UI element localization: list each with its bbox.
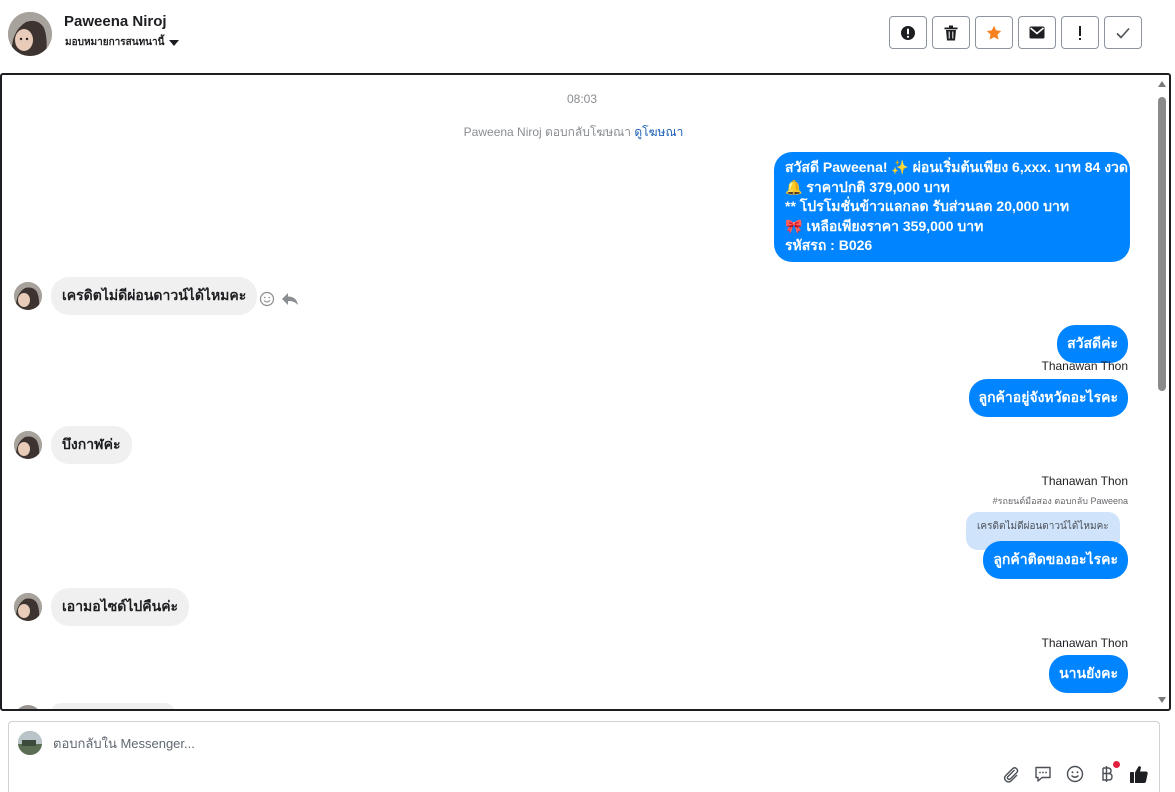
exclamation-icon (1079, 25, 1081, 40)
promo-line: ** โปรโมชั่นข้าวแลกลด รับส่วนลด 20,000 บ… (785, 198, 1070, 214)
outgoing-message-bubble: นานยังคะ (1049, 655, 1128, 693)
delete-button[interactable] (932, 16, 970, 49)
mark-done-button[interactable] (1104, 16, 1142, 49)
view-ad-link[interactable]: ดูโฆษณา (634, 125, 683, 139)
scroll-thumb[interactable] (1158, 97, 1166, 391)
saved-reply-icon (1035, 766, 1051, 782)
promo-line: รหัสรถ : B026 (785, 237, 873, 253)
assign-conversation-dropdown[interactable]: มอบหมายการสนทนานี้ (65, 35, 180, 50)
composer-toolbar (1001, 761, 1149, 784)
ad-reply-notice: Paweena Niroj ตอบกลับโฆษณา ดูโฆษณา (2, 123, 1145, 142)
agent-name: Thanawan Thon (1041, 474, 1128, 488)
outgoing-message-bubble: ลูกค้าติดของอะไรคะ (983, 541, 1128, 579)
conversation-toolbar (889, 16, 1142, 49)
trash-icon (944, 25, 958, 40)
attachment-icon (1003, 767, 1019, 783)
promo-line: 🔔 ราคาปกติ 379,000 บาท (785, 178, 950, 195)
scroll-down-arrow[interactable] (1158, 697, 1166, 703)
promo-line: สวัสดี Paweena! ✨ ผ่อนเริ่มต้นเพียง 6,xx… (785, 159, 1128, 175)
assign-label: มอบหมายการสนทนานี้ (65, 37, 165, 48)
page-avatar (18, 731, 42, 755)
check-icon (1116, 27, 1130, 39)
contact-message-avatar (14, 282, 42, 310)
agent-name: Thanawan Thon (1041, 636, 1128, 650)
attach-file-button[interactable] (1001, 764, 1021, 784)
envelope-icon (1029, 26, 1045, 39)
incoming-message-bubble: เอามอไซด์ไปคืนค่ะ (51, 588, 190, 626)
mark-unread-button[interactable] (1018, 16, 1056, 49)
star-button[interactable] (975, 16, 1013, 49)
contact-name: Paweena Niroj (64, 13, 167, 30)
outgoing-message-bubble: สวัสดีค่ะ (1057, 325, 1128, 363)
message-thread[interactable]: 08:03 Paweena Niroj ตอบกลับโฆษณา ดูโฆษณา… (0, 73, 1171, 711)
payment-button[interactable] (1097, 761, 1120, 784)
exclamation-circle-icon (901, 25, 915, 40)
promo-message-bubble: สวัสดี Paweena! ✨ ผ่อนเริ่มต้นเพียง 6,xx… (774, 152, 1130, 262)
contact-message-avatar (14, 431, 42, 459)
incoming-message-bubble-partial (51, 703, 175, 709)
incoming-message-bubble: บึงกาฬค่ะ (51, 426, 132, 464)
mark-spam-button[interactable] (889, 16, 927, 49)
agent-name: Thanawan Thon (1041, 359, 1128, 373)
contact-message-avatar (14, 705, 42, 709)
emoji-react-icon[interactable] (259, 291, 275, 307)
message-input[interactable] (53, 734, 953, 752)
thread-scrollbar[interactable] (1155, 75, 1169, 709)
follow-up-button[interactable] (1061, 16, 1099, 49)
thumbs-up-icon (1130, 766, 1148, 783)
reply-context-note: #รถยนต์มือสอง ตอบกลับ Paweena (992, 496, 1128, 506)
message-actions (259, 291, 299, 307)
message-timestamp: 08:03 (566, 92, 598, 106)
promo-line: 🎀 เหลือเพียงราคา 359,000 บาท (785, 217, 984, 234)
contact-message-avatar (14, 593, 42, 621)
send-like-button[interactable] (1129, 764, 1149, 784)
saved-replies-button[interactable] (1033, 764, 1053, 784)
scroll-up-arrow[interactable] (1158, 81, 1166, 87)
reply-arrow-icon[interactable] (281, 291, 299, 307)
star-icon (986, 25, 1002, 40)
emoji-icon (1066, 765, 1084, 783)
reply-composer (8, 721, 1160, 792)
outgoing-message-bubble: ลูกค้าอยู่จังหวัดอะไรคะ (968, 379, 1128, 417)
notification-dot (1113, 761, 1120, 768)
contact-avatar[interactable] (8, 12, 52, 56)
ad-reply-text: Paweena Niroj ตอบกลับโฆษณา (463, 125, 632, 139)
conversation-header: Paweena Niroj มอบหมายการสนทนานี้ (0, 0, 1175, 74)
emoji-button[interactable] (1065, 764, 1085, 784)
incoming-message-bubble: เครดิตไม่ดีผ่อนดาวน์ได้ไหมคะ (51, 277, 258, 315)
baht-payment-icon (1102, 766, 1113, 782)
caret-down-icon (169, 39, 180, 46)
